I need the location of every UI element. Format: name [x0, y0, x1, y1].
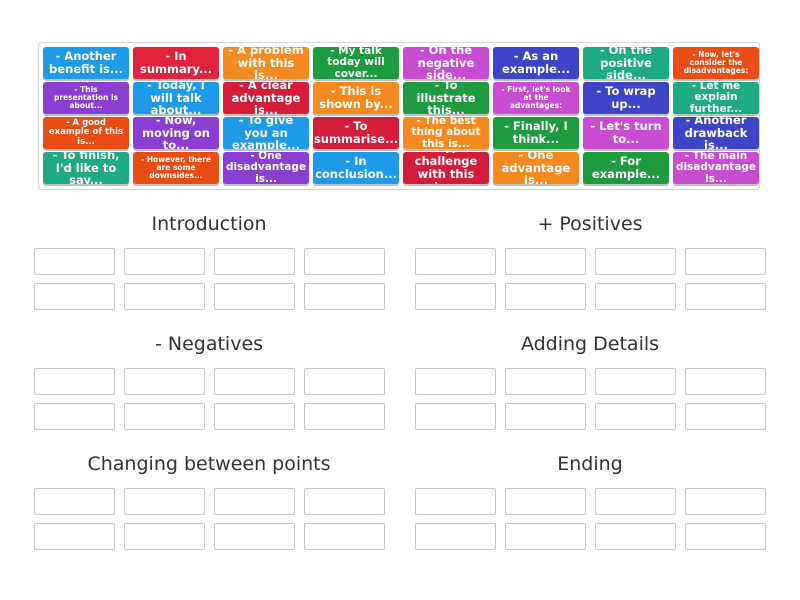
group-title: Adding Details [520, 333, 660, 355]
drop-slot[interactable] [304, 488, 385, 515]
draggable-tile[interactable]: - One disadvantage is... [223, 152, 309, 184]
drop-slot[interactable] [595, 368, 676, 395]
drop-slot[interactable] [505, 248, 586, 275]
drop-slot[interactable] [124, 488, 205, 515]
drop-slot[interactable] [124, 403, 205, 430]
drop-slot[interactable] [415, 368, 496, 395]
drop-slot[interactable] [124, 368, 205, 395]
draggable-tile[interactable]: - Today, I will talk about... [133, 82, 219, 114]
drop-slot[interactable] [304, 523, 385, 550]
draggable-tile[interactable]: - A challenge with this is... [403, 152, 489, 184]
draggable-tile[interactable]: - In summary... [133, 47, 219, 79]
group-title: Changing between points [87, 453, 331, 475]
draggable-tile[interactable]: - However, there are some downsides... [133, 152, 219, 184]
draggable-tile[interactable]: - For example... [583, 152, 669, 184]
group-title: Ending [557, 453, 623, 475]
draggable-tile[interactable]: - To summarise... [313, 117, 399, 149]
drop-slot[interactable] [595, 523, 676, 550]
draggable-tile[interactable]: - First, let's look at the advantages: [493, 82, 579, 114]
drop-slot[interactable] [415, 248, 496, 275]
draggable-tile[interactable]: - Another drawback is... [673, 117, 759, 149]
drop-slot[interactable] [304, 248, 385, 275]
draggable-tile[interactable]: - A problem with this is... [223, 47, 309, 79]
draggable-tile[interactable]: - To illustrate this... [403, 82, 489, 114]
drop-slot[interactable] [685, 488, 766, 515]
drop-slot[interactable] [304, 368, 385, 395]
draggable-tile[interactable]: - Let's turn to... [583, 117, 669, 149]
draggable-tile[interactable]: - In conclusion... [313, 152, 399, 184]
group-title: Introduction [151, 213, 267, 235]
drop-slot[interactable] [505, 283, 586, 310]
drop-slot[interactable] [685, 283, 766, 310]
drop-slot[interactable] [214, 403, 295, 430]
drop-slot[interactable] [505, 368, 586, 395]
drop-slot[interactable] [685, 403, 766, 430]
drop-slot[interactable] [595, 283, 676, 310]
drop-slot[interactable] [685, 523, 766, 550]
drop-slot[interactable] [214, 283, 295, 310]
drop-slot[interactable] [34, 403, 115, 430]
draggable-tile[interactable]: - One advantage is... [493, 152, 579, 184]
drop-slot[interactable] [214, 368, 295, 395]
draggable-tile[interactable]: - To wrap up... [583, 82, 669, 114]
drop-slot[interactable] [505, 523, 586, 550]
drop-slot[interactable] [214, 488, 295, 515]
draggable-tile[interactable]: - To give you an example... [223, 117, 309, 149]
drop-slot[interactable] [214, 523, 295, 550]
draggable-tile[interactable]: - Another benefit is... [43, 47, 129, 79]
draggable-tile[interactable]: - This is shown by... [313, 82, 399, 114]
drop-slot[interactable] [304, 403, 385, 430]
drop-slot[interactable] [415, 283, 496, 310]
draggable-tile[interactable]: - Now, let's consider the disadvantages: [673, 47, 759, 79]
group-title: - Negatives [154, 333, 264, 355]
draggable-tile[interactable]: - This presentation is about... [43, 82, 129, 114]
draggable-tile[interactable]: - The best thing about this is... [403, 117, 489, 149]
drop-slot[interactable] [34, 368, 115, 395]
group-title: + Positives [537, 213, 643, 235]
draggable-tile[interactable]: - As an example... [493, 47, 579, 79]
draggable-tile[interactable]: - Finally, I think... [493, 117, 579, 149]
draggable-tile[interactable]: - To finish, I'd like to say... [43, 152, 129, 184]
drop-slot[interactable] [415, 403, 496, 430]
drop-slot[interactable] [685, 368, 766, 395]
drop-slot[interactable] [595, 403, 676, 430]
draggable-tile[interactable]: - On the positive side... [583, 47, 669, 79]
drop-slot[interactable] [124, 523, 205, 550]
drop-slot[interactable] [505, 488, 586, 515]
draggable-tile[interactable]: - My talk today will cover... [313, 47, 399, 79]
draggable-tile[interactable]: - Now, moving on to... [133, 117, 219, 149]
drop-slot[interactable] [34, 283, 115, 310]
drop-slot[interactable] [685, 248, 766, 275]
drop-slot[interactable] [415, 523, 496, 550]
draggable-tile[interactable]: - A good example of this is... [43, 117, 129, 149]
drop-slot[interactable] [595, 248, 676, 275]
drop-slot[interactable] [595, 488, 676, 515]
draggable-tile[interactable]: - The main disadvantage is... [673, 152, 759, 184]
draggable-tile[interactable]: - A clear advantage is... [223, 82, 309, 114]
drop-slot[interactable] [214, 248, 295, 275]
drop-slot[interactable] [304, 283, 385, 310]
drop-slot[interactable] [505, 403, 586, 430]
drop-slot[interactable] [34, 523, 115, 550]
drop-slot[interactable] [34, 248, 115, 275]
draggable-tile[interactable]: - Let me explain further... [673, 82, 759, 114]
tile-bank: - Another benefit is... - In summary... - … [38, 42, 760, 190]
draggable-tile[interactable]: - On the negative side... [403, 47, 489, 79]
drop-slot[interactable] [124, 248, 205, 275]
drop-slot[interactable] [415, 488, 496, 515]
drop-slot[interactable] [124, 283, 205, 310]
drop-slot[interactable] [34, 488, 115, 515]
sort-activity: - Another benefit is... - In summary... - … [0, 0, 800, 600]
